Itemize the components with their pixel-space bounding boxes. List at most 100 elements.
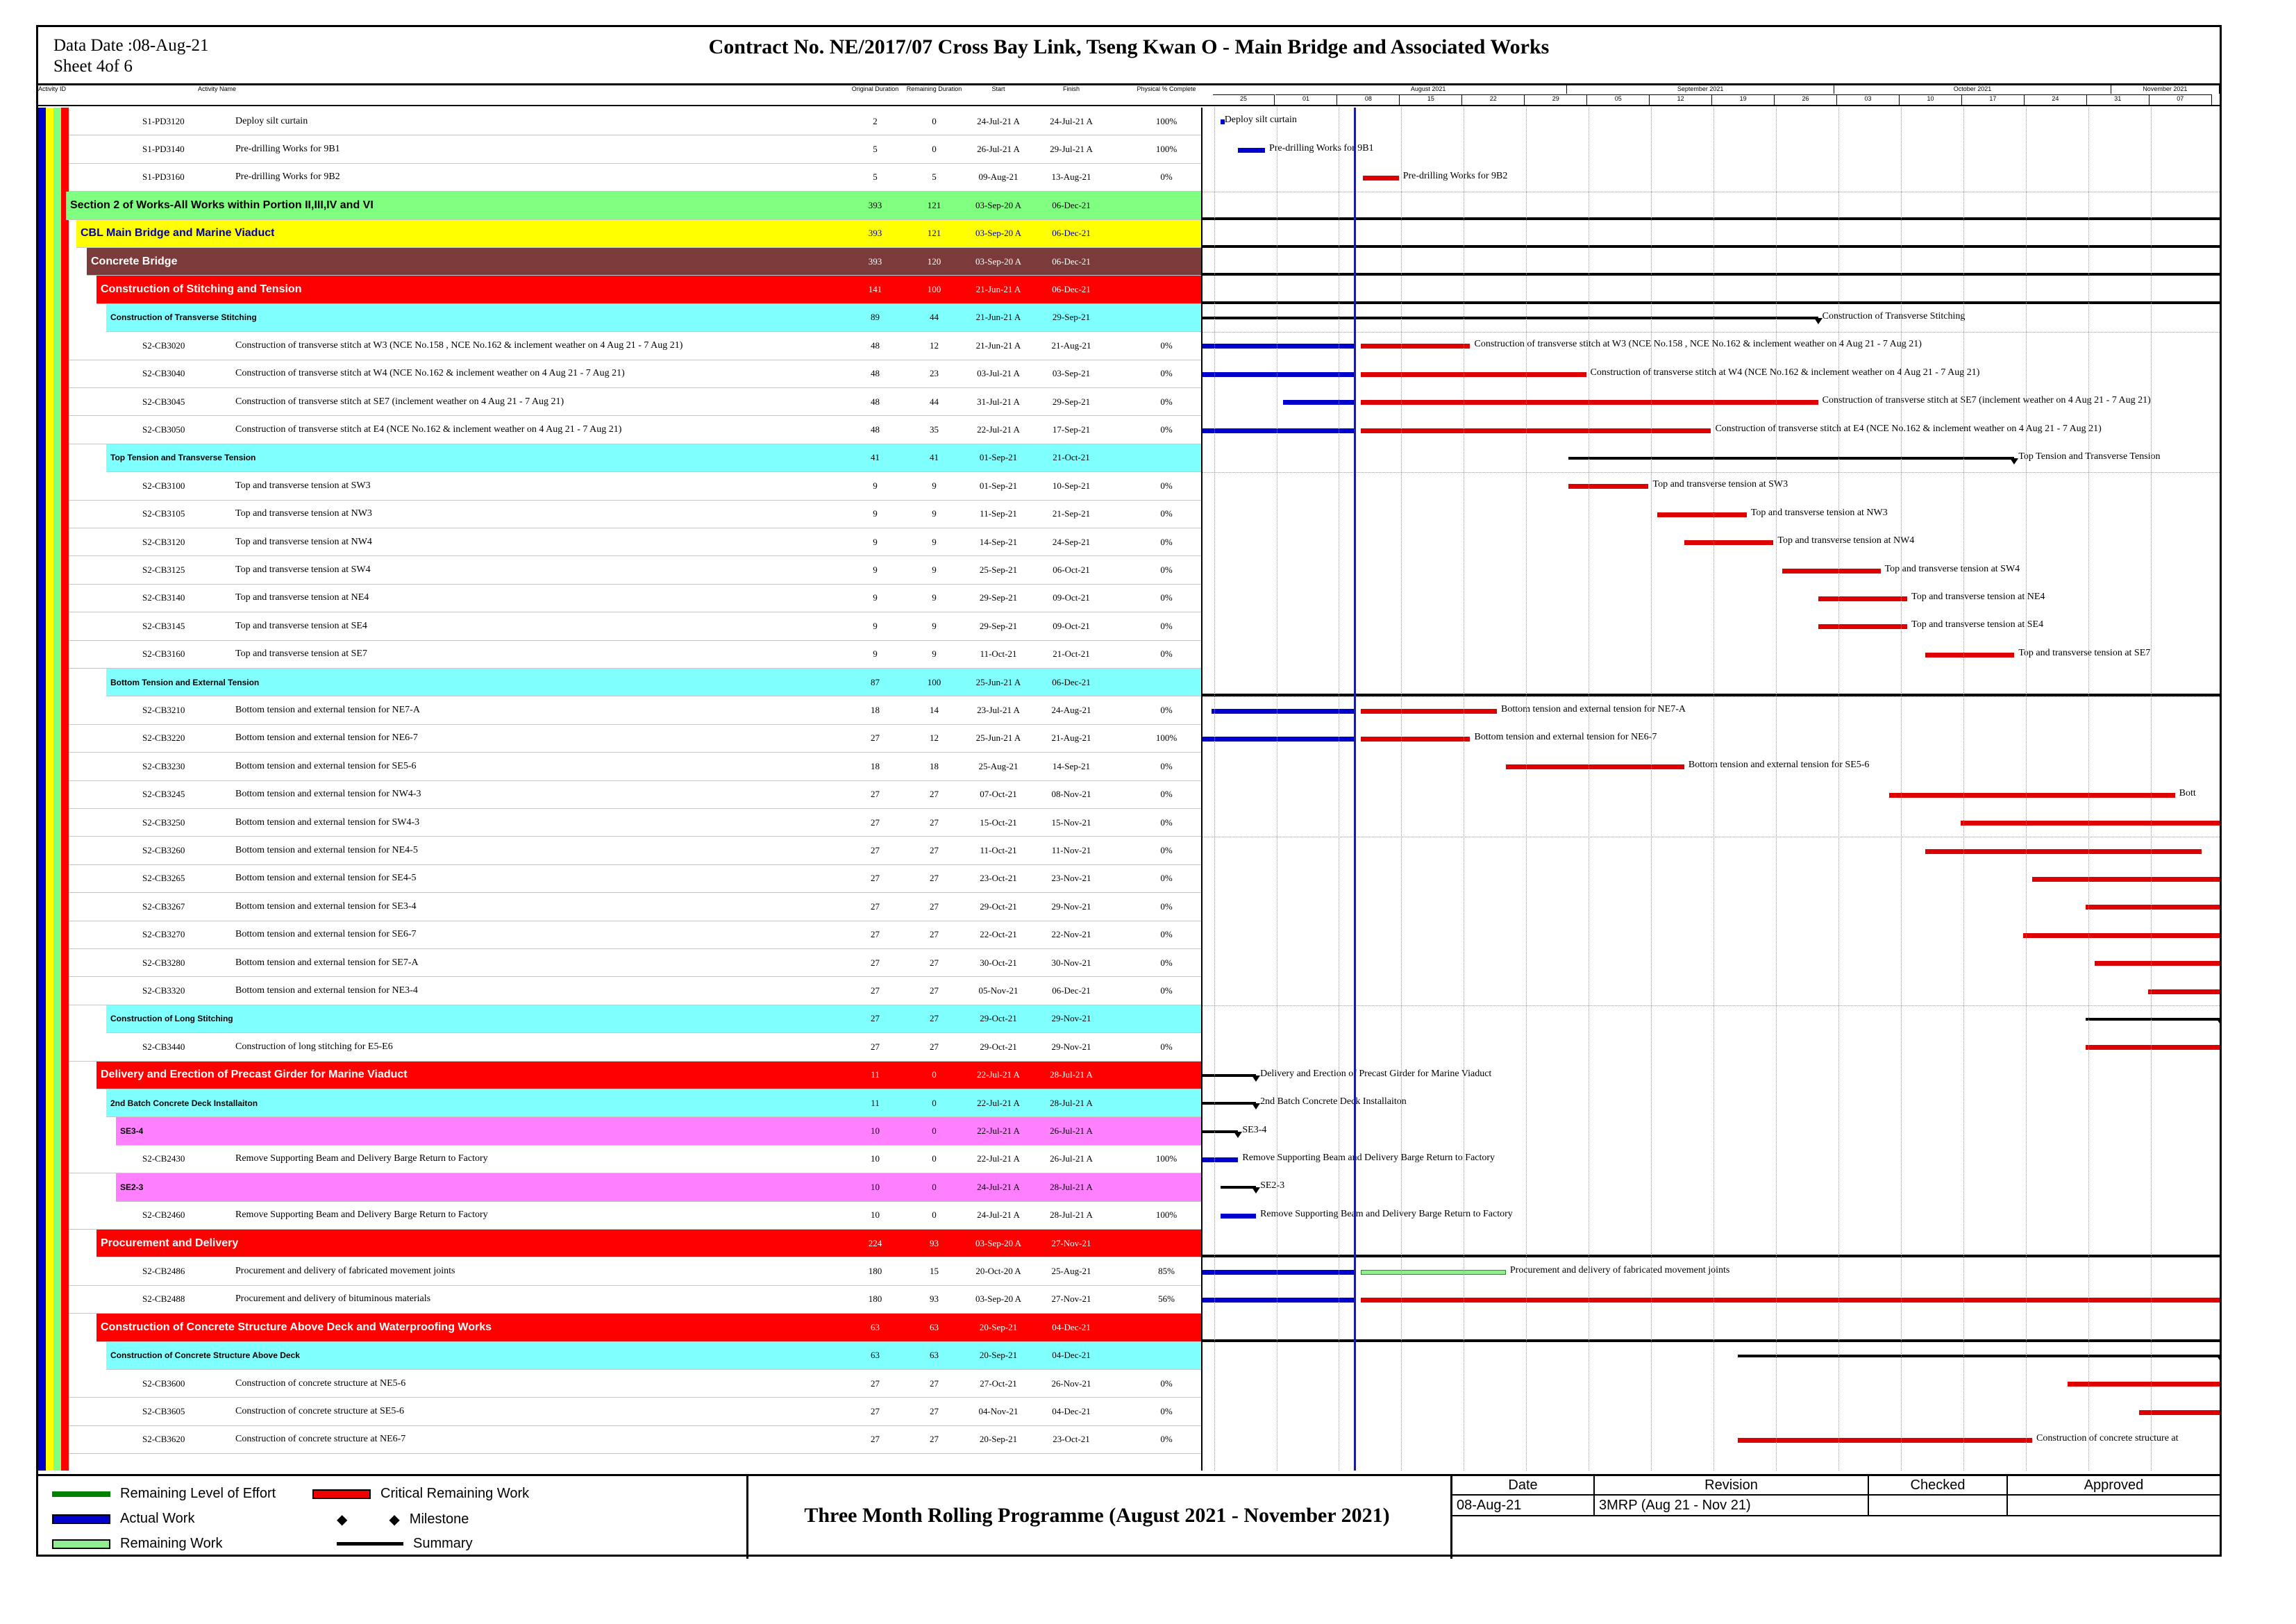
table-row[interactable]: S2-CB3040 Construction of transverse stit… xyxy=(69,360,1201,388)
table-row[interactable]: S2-CB2430 Remove Supporting Beam and Deli… xyxy=(69,1146,1201,1174)
finish-date: 29-Nov-21 xyxy=(1051,901,1091,912)
week-gridline xyxy=(2025,108,2027,1471)
wbs-band-row[interactable]: Delivery and Erection of Precast Girder … xyxy=(97,1061,1201,1089)
table-row[interactable]: S2-CB3280 Bottom tension and external ten… xyxy=(69,949,1201,978)
activity-id: S2-CB3125 xyxy=(142,564,185,576)
wbs-band-row[interactable]: Construction of Concrete Structure Above… xyxy=(106,1341,1201,1370)
table-row[interactable]: S2-CB3210 Bottom tension and external ten… xyxy=(69,696,1201,725)
table-row[interactable]: S2-CB3245 Bottom tension and external ten… xyxy=(69,781,1201,809)
table-row[interactable]: S2-CB3260 Bottom tension and external ten… xyxy=(69,837,1201,865)
table-row[interactable]: S2-CB3145 Top and transverse tension at S… xyxy=(69,612,1201,641)
actual-bar xyxy=(1203,371,1355,377)
summary-bar xyxy=(1738,1354,2220,1357)
start-date: 29-Sep-21 xyxy=(979,620,1018,631)
table-row[interactable]: S2-CB3050 Construction of transverse stit… xyxy=(69,416,1201,444)
activity-id: S2-CB2430 xyxy=(142,1153,185,1164)
level-of-effort-swatch xyxy=(52,1491,110,1497)
bar-label: Construction of transverse stitch at W3 … xyxy=(1474,339,1922,350)
table-row[interactable]: S2-CB3270 Bottom tension and external ten… xyxy=(69,921,1201,949)
table-row[interactable]: S1-PD3140 Pre-drilling Works for 9B1 5 0 26-… xyxy=(69,135,1201,164)
wbs-band-row[interactable]: SE3-4 10 0 22-Jul-21 A 26-Jul-21 A xyxy=(116,1117,1201,1146)
summary-bar xyxy=(1220,1186,1257,1189)
table-row[interactable]: S2-CB2486 Procurement and delivery of fab… xyxy=(69,1257,1201,1286)
activity-id: S2-CB3245 xyxy=(142,789,185,800)
activity-id: S2-CB3620 xyxy=(142,1434,185,1445)
finish-date: 28-Jul-21 A xyxy=(1050,1097,1093,1108)
table-row[interactable]: S2-CB3160 Top and transverse tension at S… xyxy=(69,641,1201,669)
remaining-duration: 0 xyxy=(932,1125,937,1137)
finish-date: 15-Nov-21 xyxy=(1051,817,1091,828)
table-row[interactable]: S2-CB3105 Top and transverse tension at N… xyxy=(69,501,1201,528)
wbs-band-row[interactable]: Top Tension and Transverse Tension 41 41 01… xyxy=(106,444,1201,473)
activity-id: S2-CB3105 xyxy=(142,508,185,519)
start-date: 27-Oct-21 xyxy=(980,1378,1017,1389)
table-row[interactable]: S2-CB2488 Procurement and delivery of bit… xyxy=(69,1286,1201,1314)
table-row[interactable]: S2-CB3220 Bottom tension and external ten… xyxy=(69,725,1201,753)
activity-id: S2-CB3020 xyxy=(142,340,185,351)
percent-complete: 0% xyxy=(1160,789,1173,800)
wbs-band-row[interactable]: Concrete Bridge 393 120 03-Sep-20 A 06-Dec-2… xyxy=(87,248,1201,276)
actual-bar xyxy=(1203,1298,1355,1303)
finish-date: 29-Sep-21 xyxy=(1052,312,1091,323)
revision-value: 3MRP (Aug 21 - Nov 21) xyxy=(1595,1496,1869,1516)
wbs-band-row[interactable]: Bottom Tension and External Tension 87 100… xyxy=(106,669,1201,697)
table-row[interactable]: S2-CB3605 Construction of concrete struct… xyxy=(69,1398,1201,1426)
table-row[interactable]: S2-CB3440 Construction of long stitching … xyxy=(69,1033,1201,1062)
finish-date: 25-Aug-21 xyxy=(1051,1266,1091,1277)
table-row[interactable]: S2-CB3267 Bottom tension and external ten… xyxy=(69,893,1201,921)
finish-date: 06-Dec-21 xyxy=(1052,284,1091,295)
table-row[interactable]: S2-CB2460 Remove Supporting Beam and Deli… xyxy=(69,1202,1201,1230)
table-row[interactable]: S2-CB3125 Top and transverse tension at S… xyxy=(69,556,1201,585)
wbs-band-row[interactable]: Procurement and Delivery 224 93 03-Sep-20 A… xyxy=(97,1230,1201,1258)
wbs-band-row[interactable]: Construction of Concrete Structure Above… xyxy=(97,1314,1201,1342)
original-duration: 87 xyxy=(871,676,880,687)
table-row[interactable]: S2-CB3045 Construction of transverse stit… xyxy=(69,388,1201,417)
bar-label: Construction of Transverse Stitching xyxy=(1822,311,1966,321)
wbs-band-row[interactable]: SE2-3 10 0 24-Jul-21 A 28-Jul-21 A xyxy=(116,1173,1201,1202)
col-rem-dur: Remaining Duration xyxy=(906,85,962,92)
table-row[interactable]: S2-CB3100 Top and transverse tension at S… xyxy=(69,472,1201,501)
activity-name: Bottom tension and external tension for … xyxy=(235,733,418,744)
table-row[interactable]: S1-PD3120 Deploy silt curtain 2 0 24-Jul-21 … xyxy=(69,108,1201,136)
remaining-duration: 27 xyxy=(930,985,939,996)
table-row[interactable]: S2-CB3120 Top and transverse tension at N… xyxy=(69,528,1201,557)
table-row[interactable]: S2-CB3265 Bottom tension and external ten… xyxy=(69,865,1201,894)
activity-id: S2-CB3100 xyxy=(142,480,185,491)
original-duration: 27 xyxy=(871,901,880,912)
wbs-band-row[interactable]: Section 2 of Works-All Works within Port… xyxy=(66,192,1201,220)
remaining-duration: 9 xyxy=(932,564,937,576)
table-row[interactable]: S1-PD3160 Pre-drilling Works for 9B2 5 5 09-… xyxy=(69,164,1201,192)
start-date: 03-Sep-20 A xyxy=(975,256,1022,267)
table-row[interactable]: S2-CB3320 Bottom tension and external ten… xyxy=(69,977,1201,1005)
activity-id: S2-CB3605 xyxy=(142,1406,185,1417)
table-row[interactable]: S2-CB3250 Bottom tension and external ten… xyxy=(69,809,1201,837)
wbs-band-row[interactable]: Construction of Transverse Stitching 89 44… xyxy=(106,303,1201,333)
week-gridline xyxy=(2150,108,2152,1471)
wbs-band-row[interactable]: Construction of Long Stitching 27 27 29-Oct… xyxy=(106,1005,1201,1034)
summary-end-icon xyxy=(1234,1131,1243,1138)
table-row[interactable]: S2-CB3600 Construction of concrete struct… xyxy=(69,1370,1201,1398)
activity-name: Pre-drilling Works for 9B2 xyxy=(235,171,340,183)
critical-bar xyxy=(2032,877,2220,882)
remaining-duration: 100 xyxy=(927,284,941,295)
original-duration: 2 xyxy=(873,115,878,126)
activity-name: Remove Supporting Beam and Delivery Barg… xyxy=(235,1209,488,1221)
outline-level-strip xyxy=(53,108,61,1471)
table-row[interactable]: S2-CB3230 Bottom tension and external ten… xyxy=(69,753,1201,781)
activity-id: S2-CB3260 xyxy=(142,845,185,856)
actual-bar xyxy=(1211,708,1355,714)
bar-label: Procurement and delivery of fabricated m… xyxy=(1509,1264,1730,1275)
wbs-band-row[interactable]: Construction of Stitching and Tension 141… xyxy=(97,276,1201,304)
wbs-band-row[interactable]: 2nd Batch Concrete Deck Installaiton 11 0 2… xyxy=(106,1089,1201,1118)
finish-date: 27-Nov-21 xyxy=(1051,1294,1091,1305)
table-row[interactable]: S2-CB3620 Construction of concrete struct… xyxy=(69,1426,1201,1455)
wbs-band-row[interactable]: CBL Main Bridge and Marine Viaduct 393 121… xyxy=(76,219,1201,248)
timescale-week: 29 xyxy=(1525,94,1588,106)
column-header: Activity ID Activity Name Original Durat… xyxy=(38,85,2220,106)
table-row[interactable]: S2-CB3140 Top and transverse tension at N… xyxy=(69,585,1201,613)
percent-complete: 0% xyxy=(1160,648,1173,660)
table-row[interactable]: S2-CB3020 Construction of transverse stit… xyxy=(69,332,1201,360)
bar-label: SE2-3 xyxy=(1260,1180,1285,1191)
start-date: 22-Jul-21 A xyxy=(977,424,1020,435)
original-duration: 393 xyxy=(868,256,882,267)
